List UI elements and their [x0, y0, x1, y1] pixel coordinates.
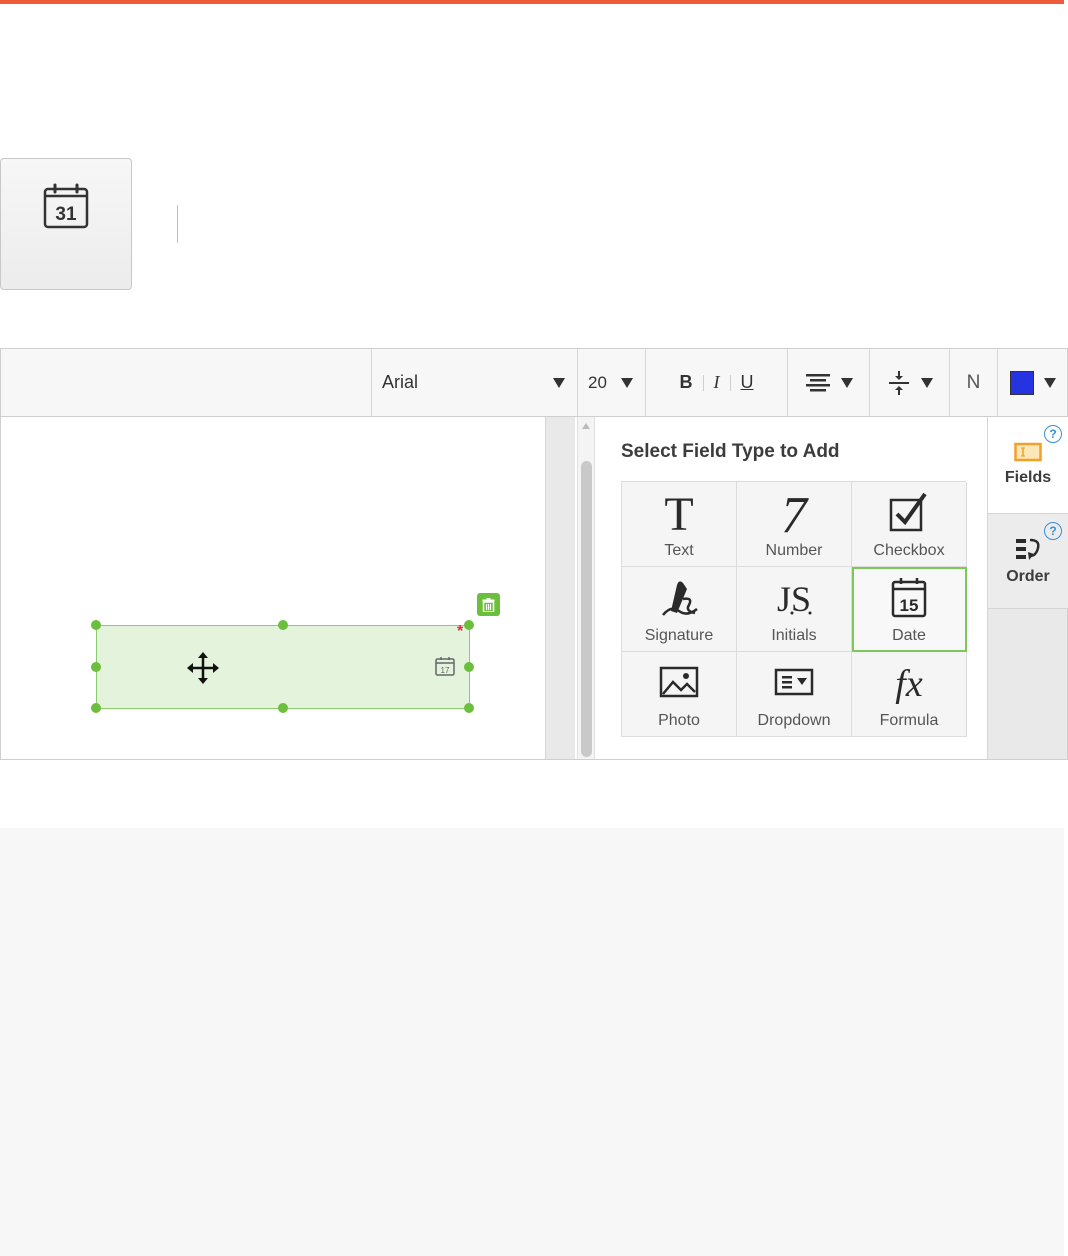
color-swatch	[1009, 370, 1034, 395]
scrollbar-thumb[interactable]	[581, 461, 592, 757]
initials-icon: JS	[777, 579, 812, 619]
field-type-label: Number	[765, 542, 823, 559]
resize-handle-top-right[interactable]	[464, 620, 474, 630]
text-color-select[interactable]	[997, 349, 1067, 416]
text-icon: T	[664, 490, 693, 534]
move-icon[interactable]	[187, 652, 219, 684]
checkbox-icon	[889, 492, 927, 532]
svg-text:JS: JS	[777, 579, 811, 619]
field-type-panel: Select Field Type to Add T Text 7 Number	[597, 417, 987, 759]
font-size-value: 20	[588, 372, 607, 392]
italic-button[interactable]: I	[704, 372, 730, 393]
help-icon[interactable]: ?	[1044, 425, 1062, 443]
vertical-align-select[interactable]	[869, 349, 949, 416]
scroll-up-icon[interactable]	[582, 423, 590, 429]
number-icon: 7	[781, 490, 809, 534]
panel-splitter[interactable]	[545, 417, 575, 759]
document-canvas[interactable]: 17 *	[1, 417, 545, 759]
date-icon: 15	[891, 578, 927, 618]
field-type-label: Formula	[879, 712, 939, 729]
tab-fields-label: Fields	[1004, 469, 1052, 486]
field-type-checkbox[interactable]: Checkbox	[852, 482, 967, 567]
dropdown-arrow-icon	[553, 377, 565, 388]
date-field-placeholder[interactable]: 17	[96, 625, 470, 709]
text-style-group: B I U	[645, 349, 787, 416]
field-type-dropdown[interactable]: Dropdown	[737, 652, 852, 737]
help-icon[interactable]: ?	[1044, 522, 1062, 540]
field-type-label: Date	[892, 627, 926, 644]
resize-handle-bottom-left[interactable]	[91, 703, 101, 713]
fields-icon	[1014, 442, 1042, 462]
field-type-label: Photo	[658, 712, 700, 729]
date-field-button[interactable]: 31	[0, 158, 132, 290]
vertical-align-middle-icon	[888, 370, 909, 395]
tab-order-label: Order	[1006, 568, 1050, 585]
font-size-select[interactable]: 20	[577, 349, 645, 416]
form-editor: Arial 20 B I U N 17 * Select Field Type …	[0, 348, 1068, 760]
resize-handle-bottom-right[interactable]	[464, 703, 474, 713]
field-type-date[interactable]: 15 Date	[852, 567, 967, 652]
svg-text:fx: fx	[895, 663, 923, 704]
field-type-label: Initials	[771, 627, 817, 644]
side-tabs: ? Fields ? Order	[987, 417, 1068, 759]
small-calendar-day: 17	[441, 666, 450, 675]
photo-icon	[659, 666, 699, 698]
font-family-value: Arial	[382, 372, 419, 392]
panel-scrollbar[interactable]	[577, 417, 595, 759]
order-icon	[1016, 538, 1040, 560]
dropdown-arrow-icon	[840, 377, 853, 388]
n-button[interactable]: N	[949, 349, 997, 416]
resize-handle-top-left[interactable]	[91, 620, 101, 630]
field-type-initials[interactable]: JS Initials	[737, 567, 852, 652]
format-toolbar: Arial 20 B I U N	[1, 349, 1067, 417]
panel-title: Select Field Type to Add	[621, 441, 840, 462]
small-calendar-icon: 17	[435, 657, 455, 676]
resize-handle-top[interactable]	[278, 620, 288, 630]
date-icon-day: 15	[900, 596, 919, 615]
underline-button[interactable]: U	[731, 372, 764, 393]
resize-handle-right[interactable]	[464, 662, 474, 672]
field-type-label: Checkbox	[873, 542, 945, 559]
field-type-formula[interactable]: fx Formula	[852, 652, 967, 737]
formula-icon: fx	[895, 663, 923, 704]
dropdown-arrow-icon	[620, 377, 633, 388]
align-center-icon	[805, 373, 830, 391]
field-type-number[interactable]: 7 Number	[737, 482, 852, 567]
text-cursor	[177, 205, 178, 243]
tab-fields[interactable]: ? Fields	[988, 417, 1068, 513]
dropdown-arrow-icon	[1043, 377, 1056, 388]
top-accent-bar	[0, 0, 1064, 4]
bold-button[interactable]: B	[670, 372, 703, 393]
field-type-grid: T Text 7 Number Checkbox Signature JS In…	[621, 481, 967, 737]
field-type-label: Text	[664, 542, 694, 559]
text-align-select[interactable]	[787, 349, 869, 416]
resize-handle-bottom[interactable]	[278, 703, 288, 713]
field-type-signature[interactable]: Signature	[622, 567, 737, 652]
field-type-text[interactable]: T Text	[622, 482, 737, 567]
signature-icon	[662, 581, 698, 616]
font-family-select[interactable]: Arial	[371, 349, 577, 416]
delete-field-button[interactable]	[477, 593, 500, 616]
required-asterisk-icon: *	[457, 623, 464, 640]
field-type-label: Signature	[644, 627, 714, 644]
trash-icon	[482, 597, 495, 612]
calendar-icon: 31	[43, 183, 89, 229]
svg-text:7: 7	[781, 490, 809, 534]
calendar-day-number: 31	[55, 204, 77, 225]
field-type-label: Dropdown	[757, 712, 831, 729]
resize-handle-left[interactable]	[91, 662, 101, 672]
tab-order[interactable]: ? Order	[988, 513, 1068, 609]
svg-text:T: T	[664, 490, 693, 534]
empty-content-area	[0, 828, 1064, 1256]
dropdown-icon	[774, 668, 814, 696]
dropdown-arrow-icon	[920, 377, 933, 388]
field-type-photo[interactable]: Photo	[622, 652, 737, 737]
